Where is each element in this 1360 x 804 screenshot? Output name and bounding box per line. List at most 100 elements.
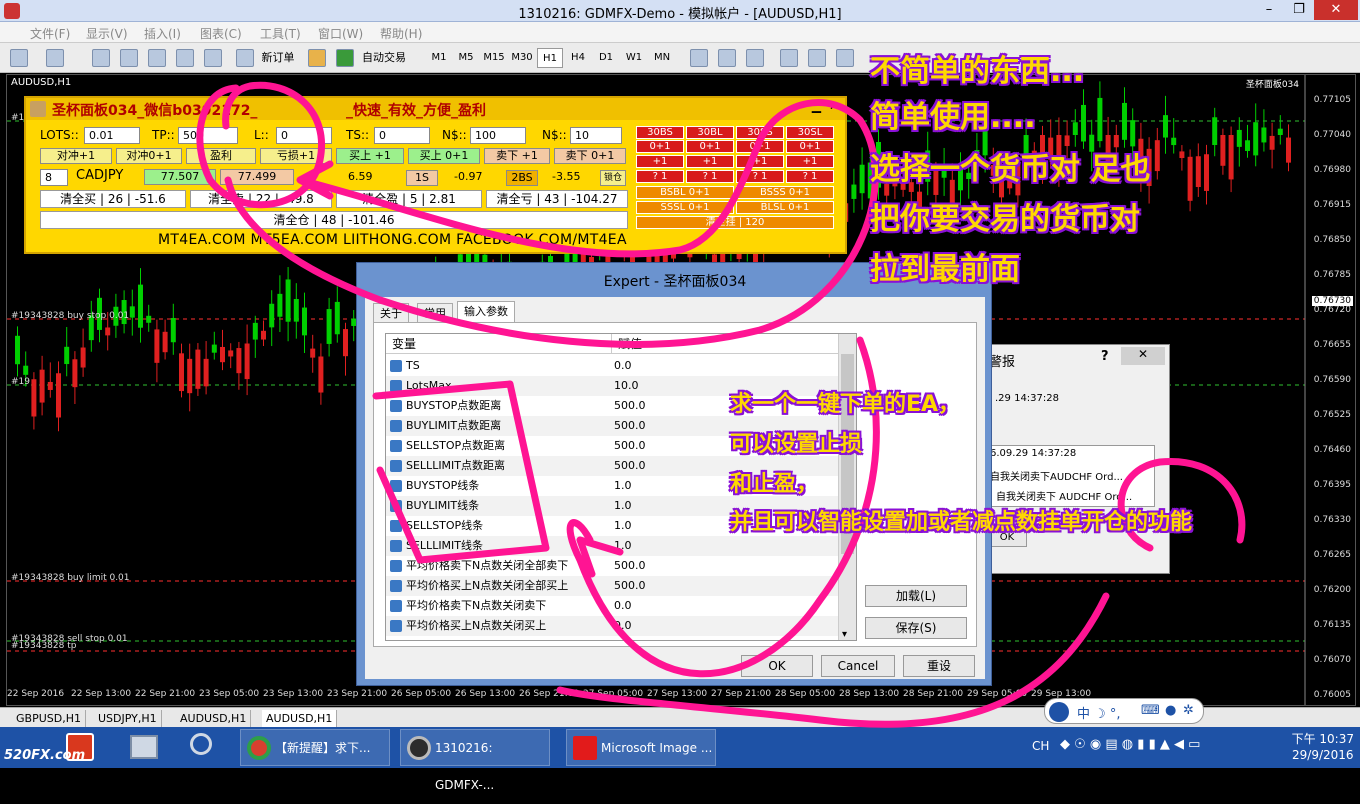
new-order-button[interactable]: 新订单 (256, 48, 300, 68)
timeframe-m30[interactable]: M30 (509, 48, 535, 68)
alert-list[interactable]: 6.09.29 14:37:28 自我关闭卖下AUDCHF Ord... 自我关… (987, 445, 1155, 507)
btn-sssl[interactable]: SSSL 0+1 (636, 201, 734, 214)
hedge-button[interactable]: 对冲+1 (40, 148, 112, 164)
params-scrollbar[interactable]: ▾ (838, 334, 856, 640)
profiles-icon[interactable] (46, 49, 64, 67)
lots-input[interactable]: 0.01 (84, 127, 140, 144)
btn-sl-zero[interactable]: 0+1 (786, 140, 834, 153)
panel-minimize-icon[interactable]: ▁ (812, 99, 821, 113)
zoom-in-icon[interactable] (780, 49, 798, 67)
timeframe-w1[interactable]: W1 (621, 48, 647, 68)
param-value[interactable]: 1.0 (614, 496, 632, 516)
minimize-button[interactable]: – (1254, 0, 1284, 20)
btn-30ss[interactable]: 30SS (736, 126, 784, 139)
two-bs-button[interactable]: 2BS (506, 170, 538, 186)
save-button[interactable]: 保存(S) (865, 617, 967, 639)
alert-help-icon[interactable]: ? (1101, 349, 1109, 364)
param-row[interactable]: TS 0.0 (386, 356, 838, 376)
param-value[interactable]: 500.0 (614, 456, 646, 476)
btn-bl-zero[interactable]: 0+1 (686, 140, 734, 153)
metaeditor-icon[interactable] (308, 49, 326, 67)
candlestick-icon[interactable] (718, 49, 736, 67)
loss-button[interactable]: 亏损+1 (260, 148, 332, 164)
hedge-zero-button[interactable]: 对冲0+1 (116, 148, 182, 164)
btn-bsbl[interactable]: BSBL 0+1 (636, 186, 734, 199)
ts-input[interactable]: 0 (374, 127, 430, 144)
new-chart-icon[interactable] (10, 49, 28, 67)
language-indicator[interactable]: CH (1032, 739, 1049, 753)
buy-up-zero-button[interactable]: 买上 0+1 (408, 148, 480, 164)
close-all-loss-button[interactable]: 清全亏 | 43 | -104.27 (486, 190, 628, 208)
ime-mic-icon[interactable]: ● (1165, 703, 1176, 718)
close-all-profit-button[interactable]: 清全盈 | 5 | 2.81 (336, 190, 482, 208)
btn-ss-zero[interactable]: 0+1 (736, 140, 784, 153)
ask-button[interactable]: 77.499 (220, 169, 294, 185)
tp-input[interactable]: 500 (178, 127, 238, 144)
timeframe-h4[interactable]: H4 (565, 48, 591, 68)
ime-settings-icon[interactable]: ✲ (1183, 703, 1194, 718)
cancel-button[interactable]: Cancel (821, 655, 895, 677)
menu-help[interactable]: 帮助(H) (380, 25, 422, 42)
n2-input[interactable]: 10 (570, 127, 622, 144)
market-watch-icon[interactable] (92, 49, 110, 67)
timeframe-d1[interactable]: D1 (593, 48, 619, 68)
btn-bsss[interactable]: BSSS 0+1 (736, 186, 834, 199)
btn-ss-count[interactable]: ? 1 (736, 170, 784, 183)
new-order-icon[interactable] (236, 49, 254, 67)
auto-trade-icon[interactable] (336, 49, 354, 67)
btn-bs-zero[interactable]: 0+1 (636, 140, 684, 153)
tab-about[interactable]: 关于 (373, 303, 409, 322)
bar-chart-icon[interactable] (690, 49, 708, 67)
tray-icons[interactable]: ◆ ☉ ◉ ▤ ◍ ▮ ▮ ▲ ◀ ▭ (1060, 737, 1200, 752)
buy-up-button[interactable]: 买上 +1 (336, 148, 404, 164)
ok-button[interactable]: OK (741, 655, 813, 677)
terminal-icon[interactable] (176, 49, 194, 67)
timeframe-m15[interactable]: M15 (481, 48, 507, 68)
param-value[interactable]: 500.0 (614, 416, 646, 436)
sell-down-zero-button[interactable]: 卖下 0+1 (554, 148, 626, 164)
btn-30bs[interactable]: 30BS (636, 126, 684, 139)
line-chart-icon[interactable] (746, 49, 764, 67)
col-value[interactable]: 赋值 (612, 334, 838, 354)
taskbar-clock[interactable]: 下午 10:37 29/9/2016 (1292, 731, 1354, 763)
param-value[interactable]: 1.0 (614, 516, 632, 536)
auto-trade-button[interactable]: 自动交易 (356, 48, 412, 68)
lock-button[interactable]: 锁仓 (600, 170, 626, 186)
timeframe-m5[interactable]: M5 (453, 48, 479, 68)
param-value[interactable]: 1.0 (614, 476, 632, 496)
btn-30bl[interactable]: 30BL (686, 126, 734, 139)
close-all-sell-button[interactable]: 清全卖 | 22 | -49.8 (190, 190, 332, 208)
param-row[interactable]: 平均价格买上N点数关闭全部买上 500.0 (386, 576, 838, 596)
ime-mode-label[interactable]: 中 ☽ °, (1077, 703, 1121, 722)
scroll-down-icon[interactable]: ▾ (842, 629, 847, 640)
menu-insert[interactable]: 插入(I) (144, 25, 181, 42)
param-value[interactable]: 500.0 (614, 556, 646, 576)
qty-field[interactable]: 8 (40, 169, 68, 186)
param-row[interactable]: 平均价格卖下N点数关闭卖下 0.0 (386, 596, 838, 616)
profit-button[interactable]: 盈利 (186, 148, 256, 164)
param-row[interactable]: SELLLIMIT线条 1.0 (386, 536, 838, 556)
param-value[interactable]: 500.0 (614, 396, 646, 416)
ime-toolbar[interactable]: 中 ☽ °, ⌨ ● ✲ (1044, 698, 1204, 724)
n-input[interactable]: 100 (470, 127, 526, 144)
tab-inputs[interactable]: 输入参数 (457, 301, 515, 322)
chart-tab-audusd[interactable]: AUDUSD,H1 (176, 710, 252, 727)
menu-file[interactable]: 文件(F) (30, 25, 70, 42)
alert-close-icon[interactable]: ✕ (1121, 347, 1165, 365)
sl-input[interactable]: 0 (276, 127, 332, 144)
taskbar-item-paint[interactable]: Microsoft Image ... (566, 729, 716, 766)
navigator-icon[interactable] (148, 49, 166, 67)
param-row[interactable]: 平均价格卖下N点数关闭全部卖下 500.0 (386, 556, 838, 576)
param-value[interactable]: 0.0 (614, 596, 632, 616)
param-value[interactable]: 0.0 (614, 616, 632, 636)
computer-icon[interactable] (130, 735, 158, 759)
btn-bl-plus[interactable]: +1 (686, 155, 734, 168)
param-value[interactable]: 0.0 (614, 356, 632, 376)
close-button[interactable]: ✕ (1314, 0, 1358, 20)
btn-sl-plus[interactable]: +1 (786, 155, 834, 168)
data-window-icon[interactable] (120, 49, 138, 67)
param-value[interactable]: 1.0 (614, 536, 632, 556)
param-value[interactable]: 500.0 (614, 436, 646, 456)
timeframe-mn[interactable]: MN (649, 48, 675, 68)
close-all-positions-button[interactable]: 清全仓 | 48 | -101.46 (40, 211, 628, 229)
